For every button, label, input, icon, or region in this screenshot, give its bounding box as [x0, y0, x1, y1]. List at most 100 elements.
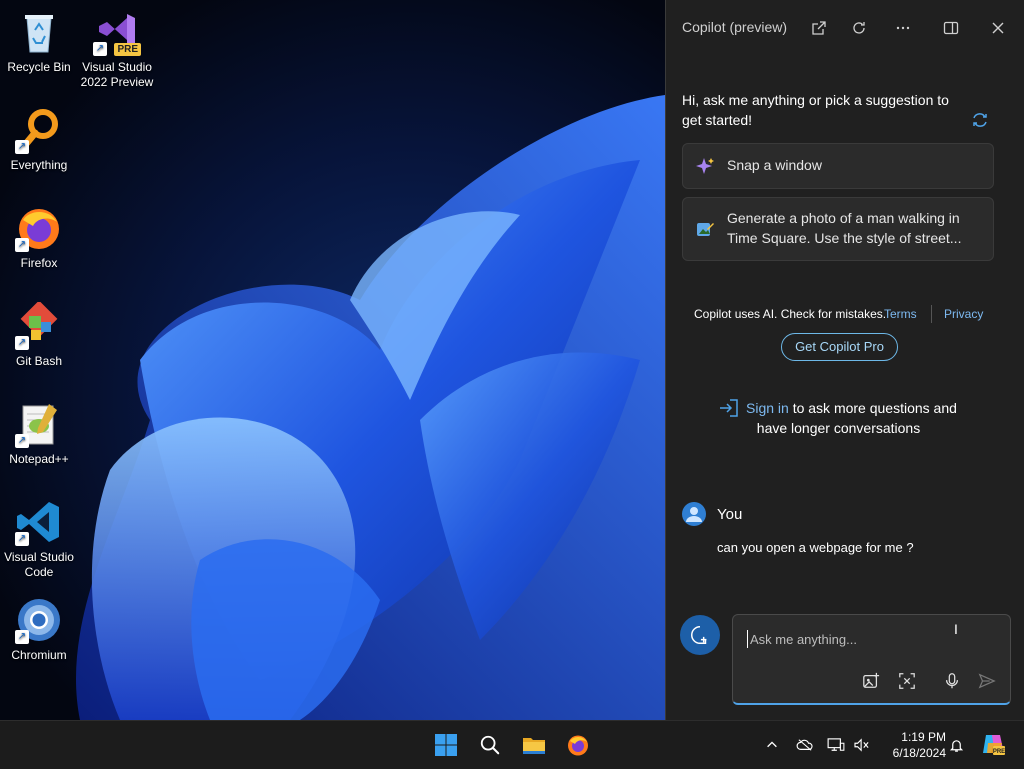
clock-time: 1:19 PM: [901, 730, 946, 744]
git-bash-icon: ↗: [15, 300, 63, 350]
desktop-icon-label: Chromium: [11, 648, 67, 662]
desktop-icon-recycle-bin[interactable]: Recycle Bin: [0, 0, 78, 75]
add-image-button[interactable]: [860, 670, 882, 692]
chat-input-box[interactable]: I: [732, 614, 1011, 705]
desktop-icon-label: Notepad++: [9, 452, 69, 466]
cloud-offline-icon: [796, 739, 813, 751]
start-button[interactable]: [430, 729, 462, 761]
speaker-muted-icon: [854, 738, 869, 752]
desktop-icon-chromium[interactable]: ↗ Chromium: [0, 588, 78, 663]
terms-link[interactable]: Terms: [884, 307, 917, 321]
open-external-icon: [812, 21, 826, 35]
copilot-icon: PRE: [983, 735, 1005, 755]
microphone-icon: [945, 673, 959, 689]
bell-icon: [949, 739, 963, 752]
refresh-icon: [853, 22, 865, 34]
bloom-wallpaper: [76, 95, 665, 720]
taskbar-firefox[interactable]: [562, 729, 594, 761]
shortcut-arrow-icon: ↗: [93, 42, 107, 56]
show-hidden-icons-button[interactable]: [762, 735, 782, 755]
taskbar-file-explorer[interactable]: [518, 729, 550, 761]
add-image-icon: [863, 672, 880, 688]
shortcut-arrow-icon: ↗: [15, 238, 29, 252]
desktop-icon-label: Visual Studio Code: [4, 550, 74, 579]
copilot-header: Copilot (preview): [666, 0, 1024, 54]
notifications-button[interactable]: [946, 735, 966, 755]
desktop-icon-visual-studio[interactable]: PRE ↗ Visual Studio 2022 Preview: [78, 0, 156, 90]
desktop-icon-label: Recycle Bin: [7, 60, 71, 74]
voice-input-button[interactable]: [941, 670, 963, 692]
greeting-text: Hi, ask me anything or pick a suggestion…: [682, 92, 949, 128]
new-topic-button[interactable]: [680, 615, 720, 655]
privacy-link[interactable]: Privacy: [944, 307, 983, 321]
suggestion-generate-photo[interactable]: Generate a photo of a man walking in Tim…: [682, 197, 994, 261]
everything-search-icon: ↗: [15, 106, 63, 154]
more-options-button[interactable]: [889, 14, 917, 42]
open-in-browser-button[interactable]: [805, 14, 833, 42]
sparkle-icon: [695, 156, 715, 176]
firefox-icon: [568, 735, 588, 756]
firefox-icon: ↗: [15, 204, 63, 252]
screenshot-button[interactable]: [896, 670, 918, 692]
close-icon: [992, 22, 1004, 34]
suggestion-text: Generate a photo of a man walking in Tim…: [727, 210, 962, 246]
desktop-icon-label: Firefox: [20, 256, 58, 270]
monitor-icon: [827, 738, 845, 751]
copilot-title: Copilot (preview): [682, 19, 788, 35]
split-view-icon: [943, 21, 959, 35]
notepad-plus-plus-icon: ↗: [15, 400, 63, 448]
chat-input[interactable]: [748, 627, 972, 651]
sign-in-text: to ask more questions and: [788, 400, 957, 416]
link-separator: [931, 305, 932, 323]
search-button[interactable]: [474, 729, 506, 761]
desktop-icon-notepad-plus-plus[interactable]: ↗ Notepad++: [0, 392, 78, 467]
dock-toggle-button[interactable]: [937, 14, 965, 42]
user-name-label: You: [717, 506, 743, 523]
desktop-icon-label: Git Bash: [15, 354, 63, 368]
shortcut-arrow-icon: ↗: [15, 532, 29, 546]
shortcut-arrow-icon: ↗: [15, 630, 29, 644]
i-beam-cursor-icon: I: [954, 621, 958, 637]
desktop-icon-vscode[interactable]: ↗ Visual Studio Code: [0, 490, 78, 580]
disclaimer-text: Copilot uses AI. Check for mistakes.: [694, 307, 887, 321]
svg-text:PRE: PRE: [993, 749, 1005, 755]
user-avatar: [682, 502, 706, 526]
desktop-icon-label: Everything: [10, 158, 68, 172]
taskbar: 1:19 PM 6/18/2024 PRE: [0, 720, 1024, 769]
ellipsis-icon: [896, 26, 910, 30]
screenshot-icon: [899, 673, 915, 689]
refresh-suggestions-button[interactable]: [970, 110, 990, 130]
windows-logo-icon: [435, 734, 457, 756]
clock-date: 6/18/2024: [892, 746, 946, 760]
desktop-icon-git-bash[interactable]: ↗ Git Bash: [0, 294, 78, 369]
send-icon: [978, 673, 996, 689]
shortcut-arrow-icon: ↗: [15, 434, 29, 448]
suggestion-snap-window[interactable]: Snap a window: [682, 143, 994, 189]
recycle-bin-icon: [15, 8, 63, 56]
image-pen-icon: [695, 219, 715, 239]
onedrive-status[interactable]: [795, 735, 815, 755]
preview-badge: PRE: [114, 43, 141, 56]
sign-in-link[interactable]: Sign in: [746, 400, 789, 416]
clock[interactable]: 1:19 PM 6/18/2024: [876, 729, 946, 761]
vscode-icon: ↗: [15, 498, 63, 546]
suggestion-text: Snap a window: [727, 157, 822, 173]
user-message: can you open a webpage for me ?: [717, 540, 914, 555]
desktop-icon-firefox[interactable]: ↗ Firefox: [0, 196, 78, 271]
send-button[interactable]: [976, 670, 998, 692]
sign-in-line-1: Sign in to ask more questions and: [746, 398, 957, 418]
search-icon: [480, 735, 500, 755]
close-button[interactable]: [984, 14, 1012, 42]
chevron-up-icon: [767, 741, 777, 748]
sign-in-icon: [718, 398, 740, 418]
cycle-icon: [973, 113, 987, 127]
desktop-icon-everything[interactable]: ↗ Everything: [0, 98, 78, 173]
volume-status[interactable]: [852, 735, 872, 755]
desktop-icon-label: Visual Studio 2022 Preview: [80, 60, 154, 89]
copilot-taskbar-button[interactable]: PRE: [980, 731, 1006, 757]
display-status[interactable]: [826, 735, 846, 755]
refresh-button[interactable]: [845, 14, 873, 42]
file-explorer-icon: [523, 738, 545, 754]
chromium-icon: ↗: [15, 596, 63, 644]
get-copilot-pro-button[interactable]: Get Copilot Pro: [781, 333, 898, 361]
